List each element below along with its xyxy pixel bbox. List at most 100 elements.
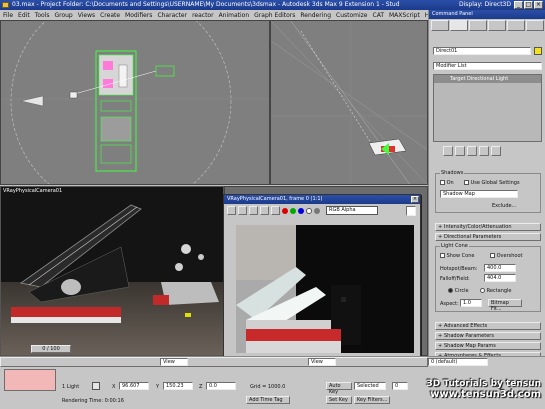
menu-group[interactable]: Group xyxy=(54,12,72,19)
display-tab-icon[interactable] xyxy=(507,20,525,31)
hotspot-spinner[interactable]: 400.0 xyxy=(484,264,516,272)
menu-rendering[interactable]: Rendering xyxy=(300,12,331,19)
z-label: Z xyxy=(199,384,203,390)
clone-icon[interactable] xyxy=(249,206,258,215)
modifier-list-dropdown[interactable]: Modifier List xyxy=(433,62,542,70)
time-slider[interactable]: 0 / 100 xyxy=(31,345,71,353)
use-global-settings-checkbox[interactable]: Use Global Settings xyxy=(464,180,520,186)
rollout-shadow-map-params[interactable]: Shadow Map Params xyxy=(435,342,541,350)
channel-select[interactable]: RGB Alpha xyxy=(326,206,378,215)
circle-radio[interactable]: Circle xyxy=(448,288,469,294)
show-cone-checkbox[interactable]: Show Cone xyxy=(440,253,474,259)
viewport-front-scene xyxy=(271,21,427,184)
overshoot-checkbox[interactable]: Overshoot xyxy=(490,253,522,259)
shadow-type-dropdown[interactable]: Shadow Map xyxy=(440,190,518,198)
remove-modifier-icon[interactable] xyxy=(479,146,489,156)
x-coordinate[interactable]: 96.607 xyxy=(119,382,149,390)
menu-edit[interactable]: Edit xyxy=(18,12,30,19)
vray-frame-buffer-window[interactable]: VRayPhysicalCamera01, frame 0 (1:1) × RG… xyxy=(223,194,421,360)
bitmap-fit-button[interactable]: Bitmap Fit... xyxy=(488,299,522,312)
overshoot-label: Overshoot xyxy=(496,253,523,259)
minimize-button[interactable]: _ xyxy=(514,1,523,9)
alpha-channel-icon[interactable] xyxy=(306,207,312,214)
object-name-field[interactable]: Direct01 xyxy=(433,47,531,55)
menu-customize[interactable]: Customize xyxy=(336,12,368,19)
display-driver-label: Display: Direct3D xyxy=(458,1,511,8)
menu-file[interactable]: File xyxy=(3,12,13,19)
save-image-icon[interactable] xyxy=(227,206,236,215)
exclude-button[interactable]: Exclude... xyxy=(492,203,516,209)
selection-count: 1 Light xyxy=(62,384,80,390)
app-icon[interactable] xyxy=(2,2,9,8)
blue-channel-icon[interactable] xyxy=(298,207,304,214)
use-global-settings-label: Use Global Settings xyxy=(470,180,520,186)
viewport-top[interactable] xyxy=(0,20,270,185)
falloff-spinner[interactable]: 404.0 xyxy=(484,274,516,282)
rollout-intensity[interactable]: Intensity/Color/Attenuation xyxy=(435,223,541,231)
create-tab-icon[interactable] xyxy=(431,20,449,31)
make-unique-icon[interactable] xyxy=(467,146,477,156)
configure-sets-icon[interactable] xyxy=(491,146,501,156)
shadows-on-checkbox[interactable]: On xyxy=(440,180,454,186)
window-title: 03.max - Project Folder: C:\Documents an… xyxy=(12,1,400,8)
auto-key-button[interactable]: Auto Key xyxy=(326,382,352,395)
red-channel-icon[interactable] xyxy=(282,207,288,214)
hierarchy-tab-icon[interactable] xyxy=(469,20,487,31)
green-channel-icon[interactable] xyxy=(290,207,296,214)
set-key-button[interactable]: Set Key xyxy=(326,396,352,404)
watermark-line2: www.tensun3d.com xyxy=(430,389,541,400)
utilities-tab-icon[interactable] xyxy=(526,20,544,31)
watermark-line1: 3D Tutorials by tensun xyxy=(426,379,541,389)
stack-toolbar xyxy=(433,146,542,158)
render-view-combo[interactable]: View xyxy=(308,358,336,366)
add-time-tag-button[interactable]: Add Time Tag xyxy=(246,396,290,404)
command-panel-tabs xyxy=(431,20,544,31)
viewport-top-scene xyxy=(1,21,269,184)
time-slider-label: 0 / 100 xyxy=(42,346,60,352)
stack-item-target-directional-light[interactable]: Target Directional Light xyxy=(434,75,541,83)
menu-graph-editors[interactable]: Graph Editors xyxy=(254,12,295,19)
menu-create[interactable]: Create xyxy=(100,12,120,19)
z-coordinate[interactable]: 0.0 xyxy=(206,382,236,390)
pin-stack-icon[interactable] xyxy=(443,146,453,156)
menu-animation[interactable]: Animation xyxy=(219,12,250,19)
viewport-camera[interactable]: VRayPhysicalCamera01 0 / 100 xyxy=(0,186,224,356)
vfb-close-button[interactable]: × xyxy=(411,196,419,203)
clear-icon[interactable] xyxy=(271,206,280,215)
menu-character[interactable]: Character xyxy=(157,12,187,19)
maxscript-listener-field[interactable] xyxy=(4,369,56,391)
rollout-advanced-effects[interactable]: Advanced Effects xyxy=(435,322,541,330)
camera-scene xyxy=(1,204,223,355)
lock-selection-icon[interactable] xyxy=(92,382,100,390)
viewport-camera-label[interactable]: VRayPhysicalCamera01 xyxy=(3,188,62,194)
selected-combo[interactable]: Selected xyxy=(354,382,386,390)
mono-channel-icon[interactable] xyxy=(314,207,320,214)
view-combo[interactable]: View xyxy=(160,358,188,366)
menu-views[interactable]: Views xyxy=(78,12,95,19)
object-color-swatch[interactable] xyxy=(534,47,542,55)
menu-modifiers[interactable]: Modifiers xyxy=(125,12,152,19)
x-label: X xyxy=(112,384,116,390)
menu-cat[interactable]: CAT xyxy=(373,12,385,19)
modify-tab-icon[interactable] xyxy=(450,20,468,31)
print-icon[interactable] xyxy=(260,206,269,215)
rollout-shadow-parameters[interactable]: Shadow Parameters xyxy=(435,332,541,340)
y-coordinate[interactable]: 150.23 xyxy=(163,382,193,390)
key-filters-button[interactable]: Key Filters... xyxy=(354,396,390,404)
aspect-spinner[interactable]: 1.0 xyxy=(460,299,482,307)
rollout-directional-params[interactable]: Directional Parameters xyxy=(435,233,541,241)
menu-reactor[interactable]: reactor xyxy=(192,12,214,19)
menu-maxscript[interactable]: MAXScript xyxy=(389,12,420,19)
motion-tab-icon[interactable] xyxy=(488,20,506,31)
vfb-title-bar[interactable]: VRayPhysicalCamera01, frame 0 (1:1) × xyxy=(224,195,420,204)
menu-tools[interactable]: Tools xyxy=(35,12,50,19)
viewport-front[interactable] xyxy=(270,20,428,185)
layer-combo[interactable]: 0 (default) xyxy=(428,358,488,366)
maximize-button[interactable]: □ xyxy=(524,1,533,9)
color-swatch[interactable] xyxy=(406,205,416,216)
show-end-result-icon[interactable] xyxy=(455,146,465,156)
command-panel: Command Panel Direct01 Modifier List Tar… xyxy=(428,10,545,360)
rectangle-radio[interactable]: Rectangle xyxy=(480,288,512,294)
copy-image-icon[interactable] xyxy=(238,206,247,215)
close-button[interactable]: × xyxy=(534,1,543,9)
